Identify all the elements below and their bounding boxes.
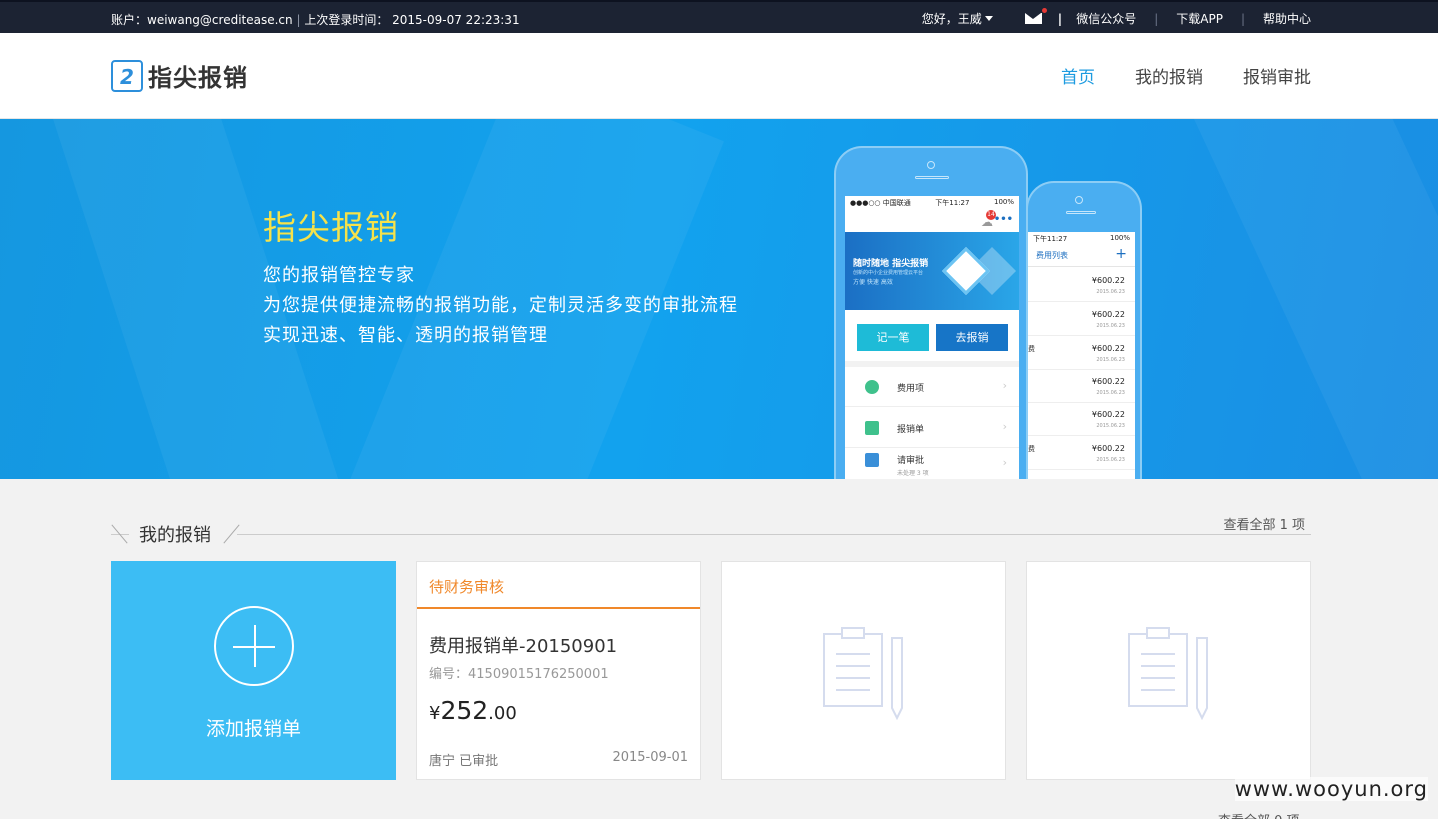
- plus-circle-icon: [214, 606, 294, 686]
- logo[interactable]: 2 指尖报销: [111, 58, 248, 93]
- list-title: 费用列表: [1036, 251, 1068, 260]
- document-icon: [865, 421, 879, 435]
- card-date: 2015-09-01: [612, 750, 688, 765]
- wechat-link[interactable]: 微信公众号: [1076, 10, 1136, 27]
- user-menu[interactable]: 您好，王威: [922, 10, 993, 27]
- home-screen: ●●●○○ 中国联通 下午11:27 100% ☁ 14 ••• 随时随地 指尖…: [845, 196, 1019, 479]
- phone-mockup-list: 下午11:27 100% 费用列表 + ¥600.22 2015.06.23 ¥6…: [1026, 181, 1142, 479]
- last-login: 上次登录时间： 2015-09-07 22:23:31: [304, 13, 520, 27]
- reimbursement-card[interactable]: 待财务审核 费用报销单-20150901 编号：4150901517625000…: [416, 561, 701, 780]
- mail-icon[interactable]: [1024, 8, 1047, 24]
- clipboard-icon: [823, 627, 903, 720]
- phone-mockup-home: ●●●○○ 中国联通 下午11:27 100% ☁ 14 ••• 随时随地 指尖…: [834, 146, 1028, 479]
- list-screen: 下午11:27 100% 费用列表 + ¥600.22 2015.06.23 ¥6…: [1028, 232, 1135, 479]
- list-item: ¥600.22 2015.06.23: [1028, 369, 1135, 403]
- card-amount: ¥252.00: [429, 696, 517, 725]
- card-number: 编号：41509015176250001: [429, 667, 609, 682]
- empty-card: [1026, 561, 1311, 780]
- logo-icon: 2: [111, 59, 143, 92]
- account-info: 账户：weiwang@creditease.cn | 上次登录时间： 2015-…: [111, 13, 520, 27]
- approval-icon: [865, 453, 879, 467]
- add-reimbursement-card[interactable]: 添加报销单: [111, 561, 396, 780]
- clipboard-icon: [1128, 627, 1208, 720]
- top-links: 您好，王威 | 微信公众号 | 下载APP | 帮助中心: [922, 8, 1311, 27]
- add-label: 添加报销单: [205, 718, 301, 740]
- nav-my-reimbursements[interactable]: 我的报销: [1135, 63, 1203, 88]
- record-button: 记一笔: [857, 324, 929, 351]
- help-center-link[interactable]: 帮助中心: [1263, 10, 1311, 27]
- banner-line-1: 您的报销管控专家: [263, 265, 415, 286]
- status-badge: 待财务审核: [429, 578, 505, 596]
- download-app-link[interactable]: 下载APP: [1176, 10, 1223, 27]
- phone-hero: 随时随地 指尖报销 创新的中小企业费用管理云平台 方便 快速 高效: [845, 232, 1019, 310]
- list-item: ¥600.22 2015.06.23: [1028, 268, 1135, 302]
- money-bag-icon: [865, 380, 879, 394]
- list-item: ¥600.22 2015.06.23: [1028, 402, 1135, 436]
- nav-home[interactable]: 首页: [1061, 63, 1095, 88]
- header: 2 指尖报销 首页 我的报销 报销审批: [0, 33, 1438, 119]
- main-nav: 首页 我的报销 报销审批: [1021, 63, 1311, 88]
- plus-icon: +: [1115, 246, 1127, 262]
- reimburse-button: 去报销: [936, 324, 1008, 351]
- phone-menu-item: 费用项 ›: [845, 367, 1019, 407]
- greeting: 您好，王威: [921, 12, 982, 26]
- more-icon: •••: [993, 214, 1013, 225]
- empty-card: [721, 561, 1006, 780]
- top-bar: 账户：weiwang@creditease.cn | 上次登录时间： 2015-…: [0, 0, 1438, 33]
- logo-text: 指尖报销: [148, 64, 248, 92]
- card-approver: 唐宁 已审批: [429, 754, 499, 769]
- section-divider: [111, 534, 1311, 535]
- list-item: 费 ¥600.22 2015.06.23: [1028, 336, 1135, 370]
- list-item: ¥600.22 2015.06.23: [1028, 302, 1135, 336]
- banner-line-2: 为您提供便捷流畅的报销功能，定制灵活多变的审批流程: [263, 295, 738, 316]
- phone-menu-item: 报销单 ›: [845, 408, 1019, 448]
- phone-menu-item: 请审批 未处理 3 项 ›: [845, 444, 1019, 479]
- banner-line-3: 实现迅速、智能、透明的报销管理: [263, 325, 548, 346]
- notification-dot: [1041, 8, 1047, 13]
- chevron-down-icon: [984, 16, 993, 21]
- banner-title: 指尖报销: [263, 208, 399, 247]
- nav-approvals[interactable]: 报销审批: [1243, 63, 1311, 88]
- partial-view-all: 查看全部 0 项: [1218, 810, 1300, 819]
- account-label: 账户：weiwang@creditease.cn: [111, 13, 293, 27]
- view-all-link[interactable]: 查看全部 1 项: [1223, 514, 1305, 533]
- list-item: 费 ¥600.22 2015.06.23: [1028, 436, 1135, 470]
- card-title: 费用报销单-20150901: [429, 636, 618, 657]
- watermark: www.wooyun.org: [1234, 777, 1428, 801]
- section-title: 我的报销: [139, 525, 211, 546]
- hero-banner: 指尖报销 您的报销管控专家 为您提供便捷流畅的报销功能，定制灵活多变的审批流程 …: [0, 119, 1438, 479]
